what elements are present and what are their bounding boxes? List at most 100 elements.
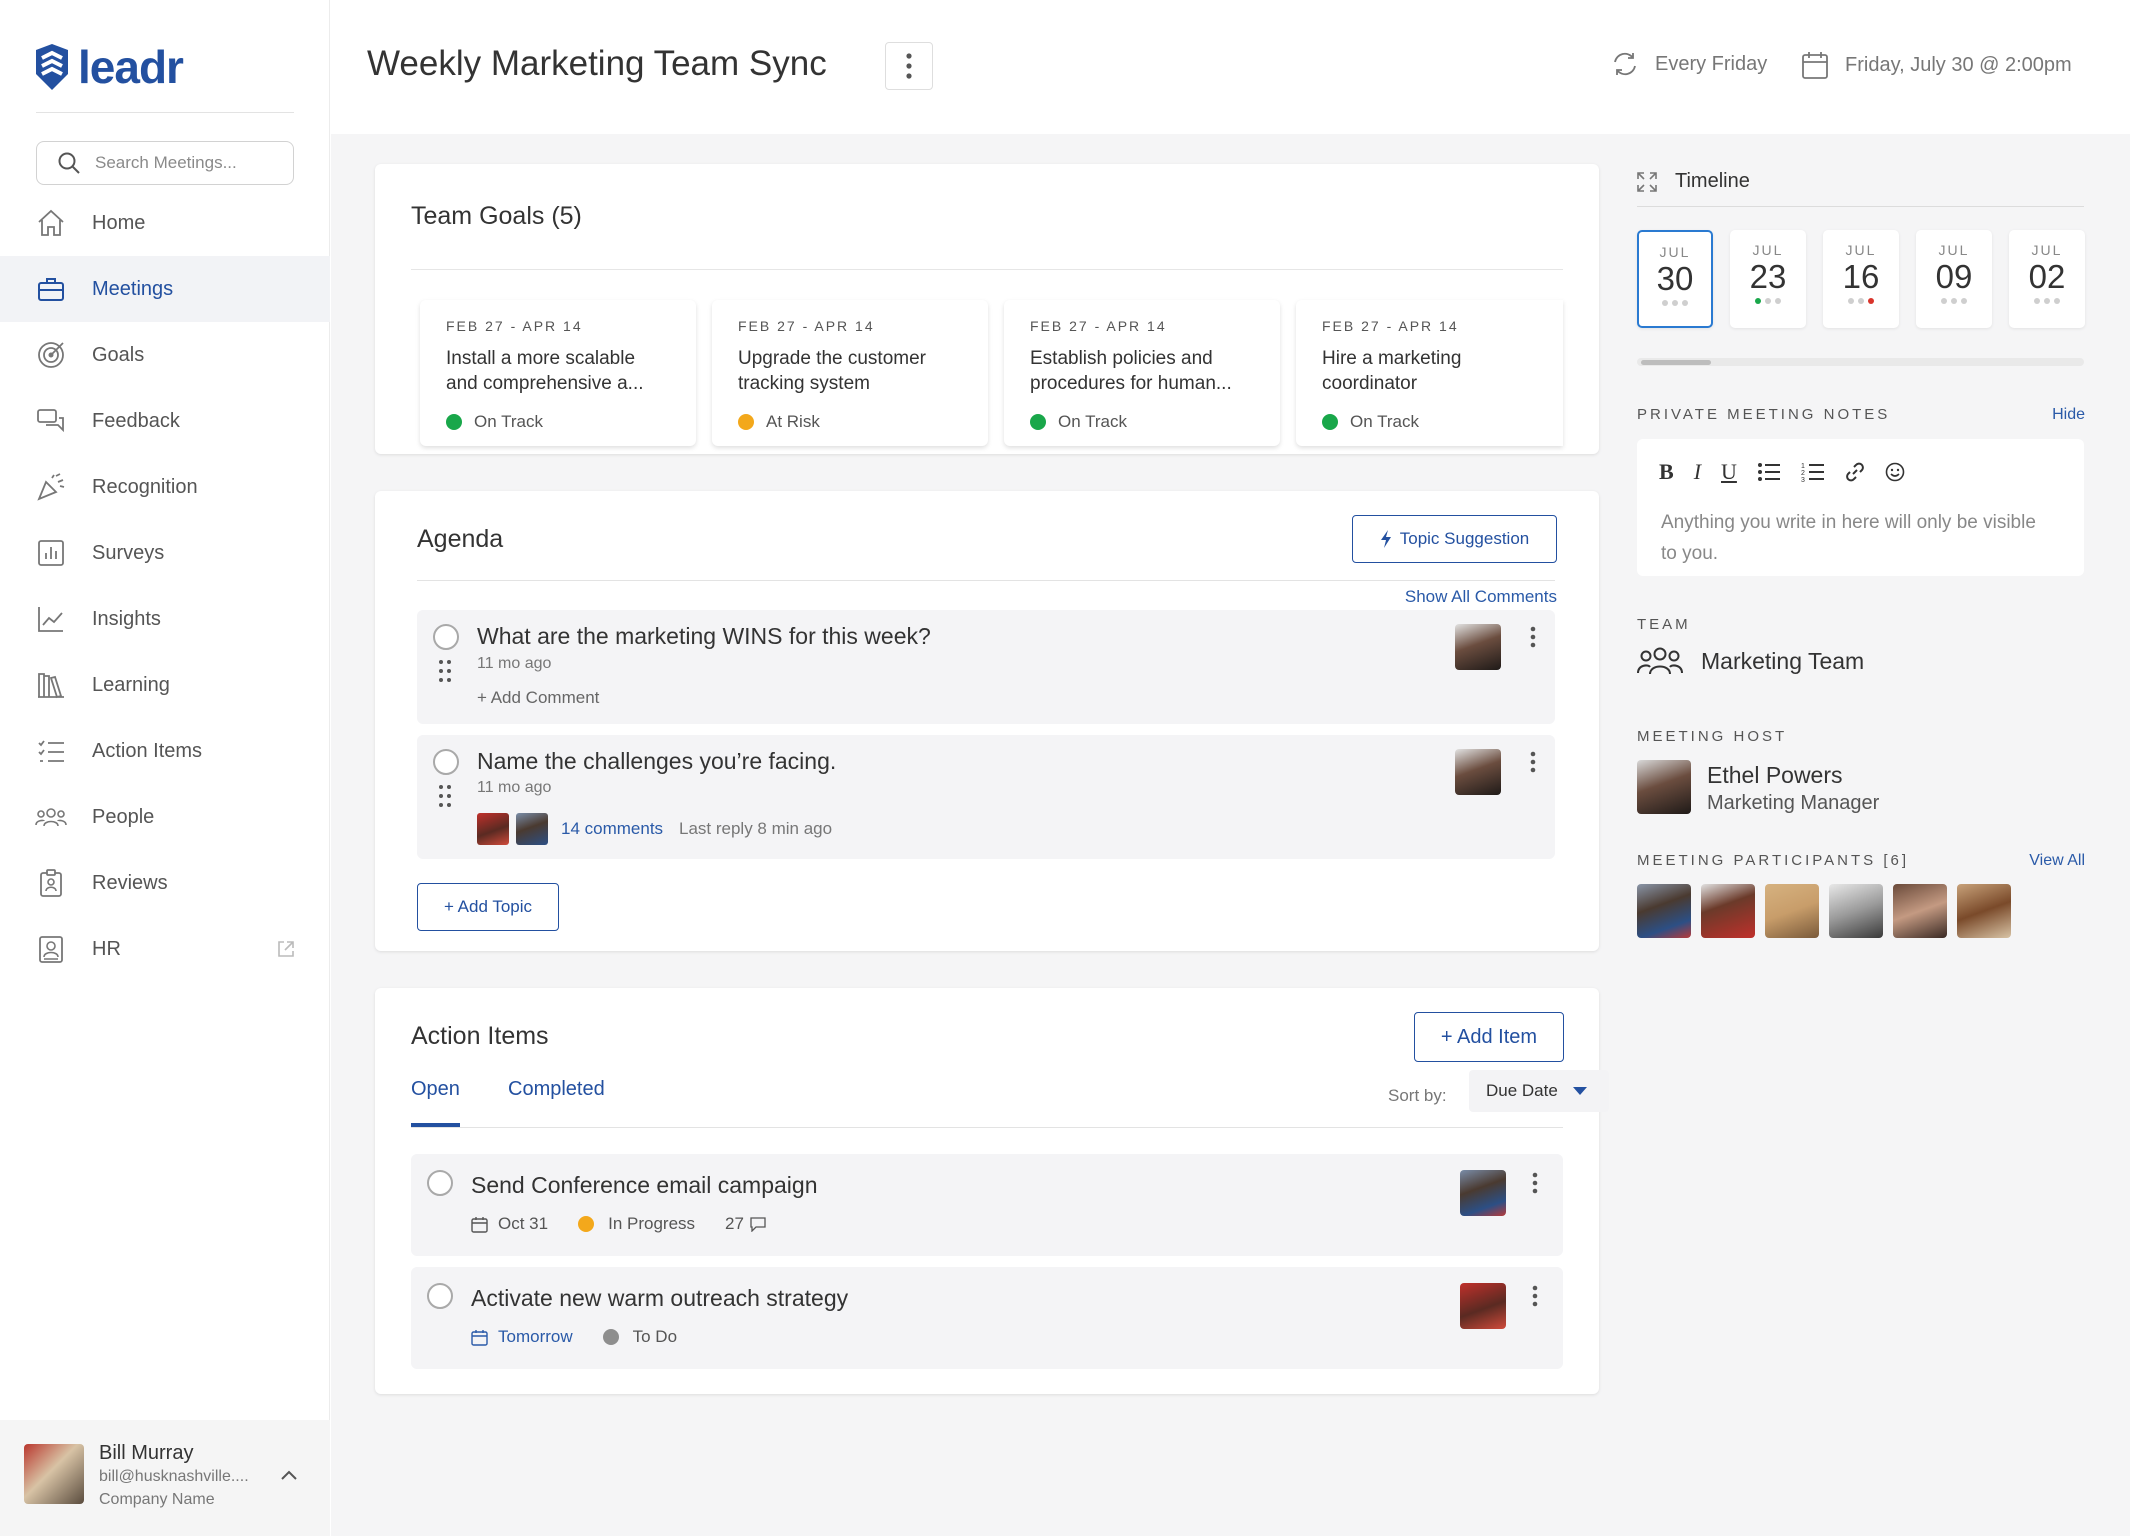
action-item-row[interactable]: Send Conference email campaign Oct 31 In… [411, 1154, 1563, 1256]
chevron-up-icon[interactable] [280, 1468, 298, 1486]
logo-text: leadr [78, 41, 184, 93]
add-item-button[interactable]: + Add Item [1414, 1012, 1564, 1062]
goal-date: FEB 27 - APR 14 [1030, 318, 1167, 334]
goal-card[interactable]: FEB 27 - APR 14 Establish policies and p… [1004, 300, 1280, 446]
timeline-day[interactable]: JUL 09 [1916, 230, 1992, 328]
action-items-title: Action Items [411, 1022, 549, 1050]
sidebar-item-label: Surveys [92, 541, 165, 564]
action-item-complete-radio[interactable] [427, 1283, 453, 1309]
avatar[interactable] [1701, 884, 1755, 938]
show-all-comments-link[interactable]: Show All Comments [1405, 587, 1557, 607]
sidebar-item-surveys[interactable]: Surveys [0, 520, 330, 586]
sort-label: Sort by: [1388, 1086, 1447, 1105]
private-notes-editor[interactable]: B I U 123 Anything you write in here wil… [1637, 439, 2084, 576]
timeline-scroll-thumb[interactable] [1641, 360, 1711, 365]
clipboard-icon [34, 866, 68, 900]
underline-icon[interactable]: U [1721, 459, 1737, 485]
sidebar-item-label: Reviews [92, 871, 168, 894]
timeline-day[interactable]: JUL 02 [2009, 230, 2085, 328]
sidebar-item-recognition[interactable]: Recognition [0, 454, 330, 520]
drag-handle-icon[interactable] [439, 660, 451, 682]
add-comment-link[interactable]: + Add Comment [477, 688, 599, 708]
sort-value: Due Date [1486, 1081, 1558, 1100]
party-popper-icon [34, 470, 68, 504]
emoji-icon[interactable] [1885, 462, 1905, 482]
sidebar-item-feedback[interactable]: Feedback [0, 388, 330, 454]
avatar[interactable] [1893, 884, 1947, 938]
agenda-topic[interactable]: Name the challenges you’re facing. 11 mo… [417, 735, 1555, 859]
timeline-day[interactable]: JUL 30 [1637, 230, 1713, 328]
topic-complete-radio[interactable] [433, 749, 459, 775]
avatar[interactable] [1957, 884, 2011, 938]
logo[interactable]: leadr [34, 40, 184, 94]
kebab-icon[interactable] [1530, 626, 1536, 648]
svg-text:2: 2 [1801, 470, 1805, 477]
link-icon[interactable] [1845, 462, 1865, 482]
sidebar-item-home[interactable]: Home [0, 190, 330, 256]
divider [411, 269, 1563, 270]
numbered-list-icon[interactable]: 123 [1801, 462, 1825, 482]
italic-icon[interactable]: I [1694, 459, 1701, 485]
goal-card[interactable]: FEB 27 - APR 14 Install a more scalable … [420, 300, 696, 446]
people-icon [1637, 647, 1683, 675]
sidebar-item-action-items[interactable]: Action Items [0, 718, 330, 784]
drag-handle-icon[interactable] [439, 785, 451, 807]
action-item-row[interactable]: Activate new warm outreach strategy Tomo… [411, 1267, 1563, 1369]
avatar[interactable] [1829, 884, 1883, 938]
comments-link[interactable]: 14 comments [561, 819, 663, 839]
sidebar-item-learning[interactable]: Learning [0, 652, 330, 718]
topic-suggestion-button[interactable]: Topic Suggestion [1352, 515, 1557, 563]
add-topic-button[interactable]: + Add Topic [417, 883, 559, 931]
sidebar-item-meetings[interactable]: Meetings [0, 256, 330, 322]
kebab-icon[interactable] [1532, 1172, 1538, 1194]
main-content: Team Goals (5) FEB 27 - APR 14 Install a… [331, 134, 2130, 1536]
sidebar-item-reviews[interactable]: Reviews [0, 850, 330, 916]
user-profile[interactable]: Bill Murray bill@husknashville.... Compa… [0, 1420, 330, 1536]
timeline-day[interactable]: JUL 23 [1730, 230, 1806, 328]
sidebar-item-label: People [92, 805, 155, 828]
kebab-icon[interactable] [1530, 751, 1536, 773]
sort-select[interactable]: Due Date [1469, 1070, 1609, 1112]
goal-card[interactable]: FEB 27 - APR 14 Upgrade the customer tra… [712, 300, 988, 446]
bold-icon[interactable]: B [1659, 459, 1674, 485]
goal-card[interactable]: FEB 27 - APR 14 Hire a marketing coordin… [1296, 300, 1563, 446]
hide-notes-link[interactable]: Hide [2052, 406, 2085, 424]
sidebar-item-people[interactable]: People [0, 784, 330, 850]
meeting-options-button[interactable] [885, 42, 933, 90]
calendar-icon [471, 1329, 488, 1346]
bullet-list-icon[interactable] [1757, 462, 1781, 482]
day-number: 23 [1749, 258, 1787, 295]
sidebar-item-hr[interactable]: HR [0, 916, 330, 982]
format-toolbar: B I U 123 [1659, 459, 1905, 485]
sidebar-item-insights[interactable]: Insights [0, 586, 330, 652]
goal-date: FEB 27 - APR 14 [446, 318, 583, 334]
sidebar-item-goals[interactable]: Goals [0, 322, 330, 388]
timeline-day[interactable]: JUL 16 [1823, 230, 1899, 328]
tab-open[interactable]: Open [411, 1078, 460, 1127]
view-all-participants-link[interactable]: View All [2029, 852, 2085, 870]
tab-completed[interactable]: Completed [508, 1078, 605, 1101]
briefcase-icon [34, 272, 68, 306]
notes-label: PRIVATE MEETING NOTES [1637, 406, 1891, 423]
search-input[interactable] [95, 153, 275, 173]
search-box[interactable] [36, 141, 294, 185]
avatar[interactable] [1637, 884, 1691, 938]
status-dot [1030, 414, 1046, 430]
meeting-date[interactable]: Friday, July 30 @ 2:00pm [1801, 50, 2072, 80]
day-month: JUL [1659, 244, 1691, 260]
action-item-complete-radio[interactable] [427, 1170, 453, 1196]
meeting-date-text: Friday, July 30 @ 2:00pm [1845, 53, 2072, 76]
day-month: JUL [1938, 242, 1970, 258]
avatar[interactable] [1765, 884, 1819, 938]
kebab-icon[interactable] [1532, 1285, 1538, 1307]
sidebar: leadr Home Meetings Goals Feedback Recog… [0, 0, 330, 1536]
expand-icon[interactable] [1637, 171, 1657, 192]
target-icon [34, 338, 68, 372]
host-label: MEETING HOST [1637, 728, 1788, 745]
avatar [516, 813, 548, 845]
user-email: bill@husknashville.... [99, 1468, 249, 1485]
agenda-topic[interactable]: What are the marketing WINS for this wee… [417, 610, 1555, 724]
last-reply-text: Last reply 8 min ago [679, 819, 833, 838]
topic-complete-radio[interactable] [433, 624, 459, 650]
sidebar-item-label: Goals [92, 343, 145, 366]
